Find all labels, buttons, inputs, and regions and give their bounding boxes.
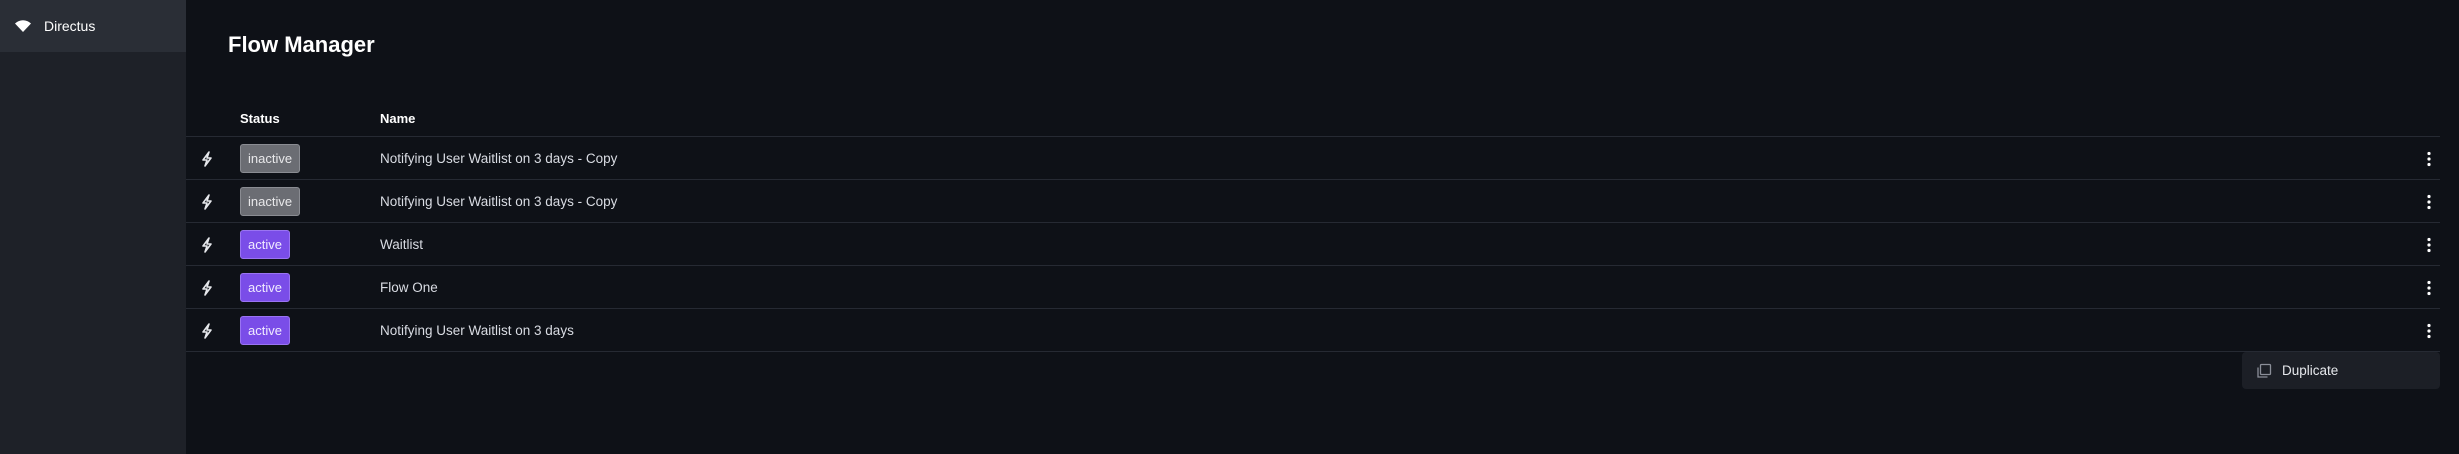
status-badge: inactive [240,144,301,173]
wifi-logo-icon [14,19,32,33]
flow-name: Notifying User Waitlist on 3 days [380,323,574,338]
flow-name: Flow One [380,280,438,295]
brand-label: Directus [44,18,96,34]
sidebar-brand[interactable]: Directus [0,0,186,52]
more-vertical-icon[interactable] [2422,137,2436,180]
status-badge: active [240,316,290,345]
status-badge: active [240,230,290,259]
table-row[interactable]: inactive Notifying User Waitlist on 3 da… [186,137,2440,180]
more-vertical-icon[interactable] [2422,309,2436,352]
more-vertical-icon[interactable] [2422,266,2436,309]
table-row[interactable]: inactive Notifying User Waitlist on 3 da… [186,180,2440,223]
table-row[interactable]: active Notifying User Waitlist on 3 days [186,309,2440,352]
status-badge: inactive [240,187,301,216]
flows-table: Status Name inactive Notifying User Wait… [186,100,2440,352]
bolt-icon [198,309,216,352]
table-row[interactable]: active Flow One [186,266,2440,309]
flow-name: Notifying User Waitlist on 3 days - Copy [380,151,618,166]
column-header-status[interactable]: Status [240,100,280,137]
bolt-icon [198,137,216,180]
sidebar: Directus [0,0,186,454]
bolt-icon [198,180,216,223]
page-title: Flow Manager [228,32,375,57]
flow-name: Waitlist [380,237,423,252]
more-vertical-icon[interactable] [2422,180,2436,223]
table-header: Status Name [186,100,2440,137]
main-content: Flow Manager Status Name inactive Notify… [186,0,2459,454]
context-menu-duplicate[interactable]: Duplicate [2242,352,2440,389]
copy-icon [2256,363,2272,379]
column-header-name[interactable]: Name [380,100,415,137]
more-vertical-icon[interactable] [2422,223,2436,266]
bolt-icon [198,223,216,266]
table-row[interactable]: active Waitlist [186,223,2440,266]
status-badge: active [240,273,290,302]
bolt-icon [198,266,216,309]
flow-name: Notifying User Waitlist on 3 days - Copy [380,194,618,209]
duplicate-label: Duplicate [2282,363,2339,378]
